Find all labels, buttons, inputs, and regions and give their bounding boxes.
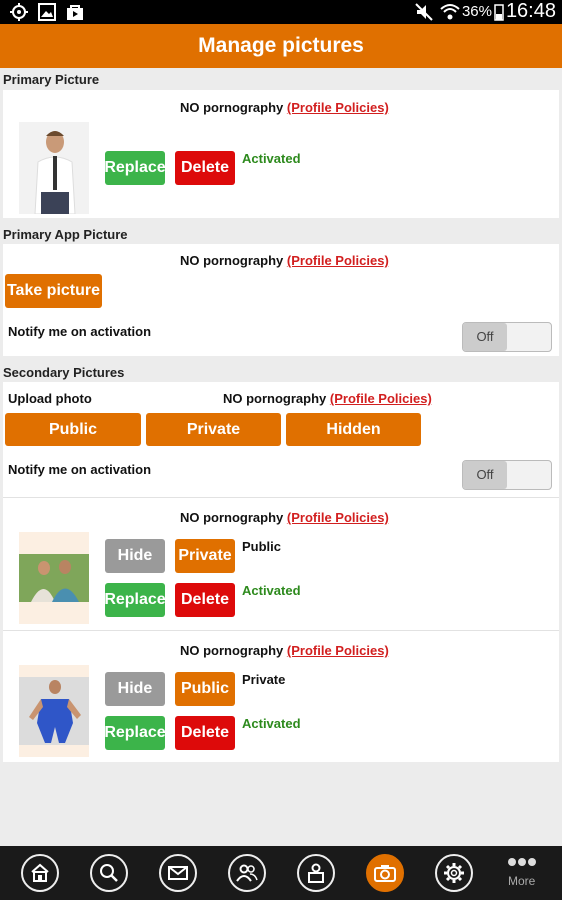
- policy-notice: NO pornography (Profile Policies): [223, 391, 432, 406]
- couple-photo-icon: [19, 532, 89, 624]
- activation-status: Activated: [242, 583, 301, 598]
- profile-policies-link[interactable]: (Profile Policies): [287, 643, 389, 658]
- location-icon: [10, 3, 28, 21]
- people-icon: [236, 864, 258, 882]
- hide-button[interactable]: Hide: [105, 672, 165, 706]
- take-picture-button[interactable]: Take picture: [5, 274, 102, 308]
- toggle-state: Off: [463, 323, 507, 351]
- more-icon[interactable]: [507, 857, 537, 867]
- replace-button[interactable]: Replace: [104, 716, 166, 750]
- visibility-status: Public: [242, 539, 282, 554]
- policy-notice: NO pornography (Profile Policies): [180, 643, 389, 658]
- toggle-visibility-button[interactable]: Public: [175, 672, 235, 706]
- delete-button[interactable]: Delete: [175, 583, 235, 617]
- replace-button[interactable]: Replace: [104, 583, 166, 617]
- camera-icon: [374, 865, 396, 882]
- profile-icon: [308, 863, 324, 883]
- toggle-visibility-button[interactable]: Private: [175, 539, 235, 573]
- nav-settings[interactable]: [435, 854, 473, 892]
- policy-text: NO pornography: [180, 100, 284, 115]
- store-icon: [67, 5, 83, 20]
- notify-toggle[interactable]: Off: [462, 460, 552, 490]
- upload-public-button[interactable]: Public: [5, 413, 141, 446]
- nav-more-label[interactable]: More: [508, 874, 535, 888]
- nav-mail[interactable]: [159, 854, 197, 892]
- upload-private-button[interactable]: Private: [146, 413, 281, 446]
- section-title-primary: Primary Picture: [3, 72, 100, 87]
- profile-policies-link[interactable]: (Profile Policies): [330, 391, 432, 406]
- search-icon: [100, 864, 118, 882]
- notify-label: Notify me on activation: [8, 324, 152, 339]
- divider: [3, 630, 559, 631]
- nav-home[interactable]: [21, 854, 59, 892]
- notify-toggle[interactable]: Off: [462, 322, 552, 352]
- policy-notice: NO pornography (Profile Policies): [180, 510, 389, 525]
- upload-photo-label: Upload photo: [8, 391, 92, 406]
- home-icon: [31, 863, 49, 882]
- gear-icon: [444, 863, 464, 883]
- section-title-app: Primary App Picture: [3, 227, 128, 242]
- primary-photo[interactable]: [19, 122, 89, 214]
- clock: 16:48: [505, 0, 556, 22]
- primary-status: Activated: [242, 151, 301, 166]
- battery-icon: [494, 4, 504, 21]
- section-title-secondary: Secondary Pictures: [3, 365, 125, 380]
- person-photo-icon: [19, 122, 89, 214]
- nav-people[interactable]: [228, 854, 266, 892]
- nav-profile[interactable]: [297, 854, 335, 892]
- policy-text: NO pornography: [180, 643, 284, 658]
- policy-notice: NO pornography (Profile Policies): [180, 253, 389, 268]
- profile-policies-link[interactable]: (Profile Policies): [287, 510, 389, 525]
- secondary-photo[interactable]: [19, 665, 89, 757]
- notify-label: Notify me on activation: [8, 462, 152, 477]
- policy-text: NO pornography: [180, 253, 284, 268]
- app-bar: Manage pictures: [0, 24, 562, 68]
- policy-text: NO pornography: [180, 510, 284, 525]
- nav-search[interactable]: [90, 854, 128, 892]
- divider: [3, 497, 559, 498]
- mute-icon: [415, 3, 433, 21]
- nav-pictures[interactable]: [366, 854, 404, 892]
- wifi-icon: [440, 4, 460, 20]
- hide-button[interactable]: Hide: [105, 539, 165, 573]
- secondary-photo[interactable]: [19, 532, 89, 624]
- page-title: Manage pictures: [198, 34, 364, 57]
- visibility-status: Private: [242, 672, 286, 687]
- delete-primary-button[interactable]: Delete: [175, 151, 235, 185]
- status-bar: 36% 16:48: [0, 0, 562, 24]
- toggle-state: Off: [463, 461, 507, 489]
- policy-notice: NO pornography (Profile Policies): [180, 100, 389, 115]
- profile-policies-link[interactable]: (Profile Policies): [287, 253, 389, 268]
- bottom-nav: [0, 846, 562, 900]
- mail-icon: [168, 866, 188, 880]
- battery-percent: 36%: [461, 3, 492, 20]
- policy-text: NO pornography: [223, 391, 327, 406]
- athlete-photo-icon: [19, 665, 89, 757]
- image-icon: [38, 3, 56, 21]
- delete-button[interactable]: Delete: [175, 716, 235, 750]
- replace-primary-button[interactable]: Replace: [104, 151, 166, 185]
- upload-hidden-button[interactable]: Hidden: [286, 413, 421, 446]
- profile-policies-link[interactable]: (Profile Policies): [287, 100, 389, 115]
- activation-status: Activated: [242, 716, 301, 731]
